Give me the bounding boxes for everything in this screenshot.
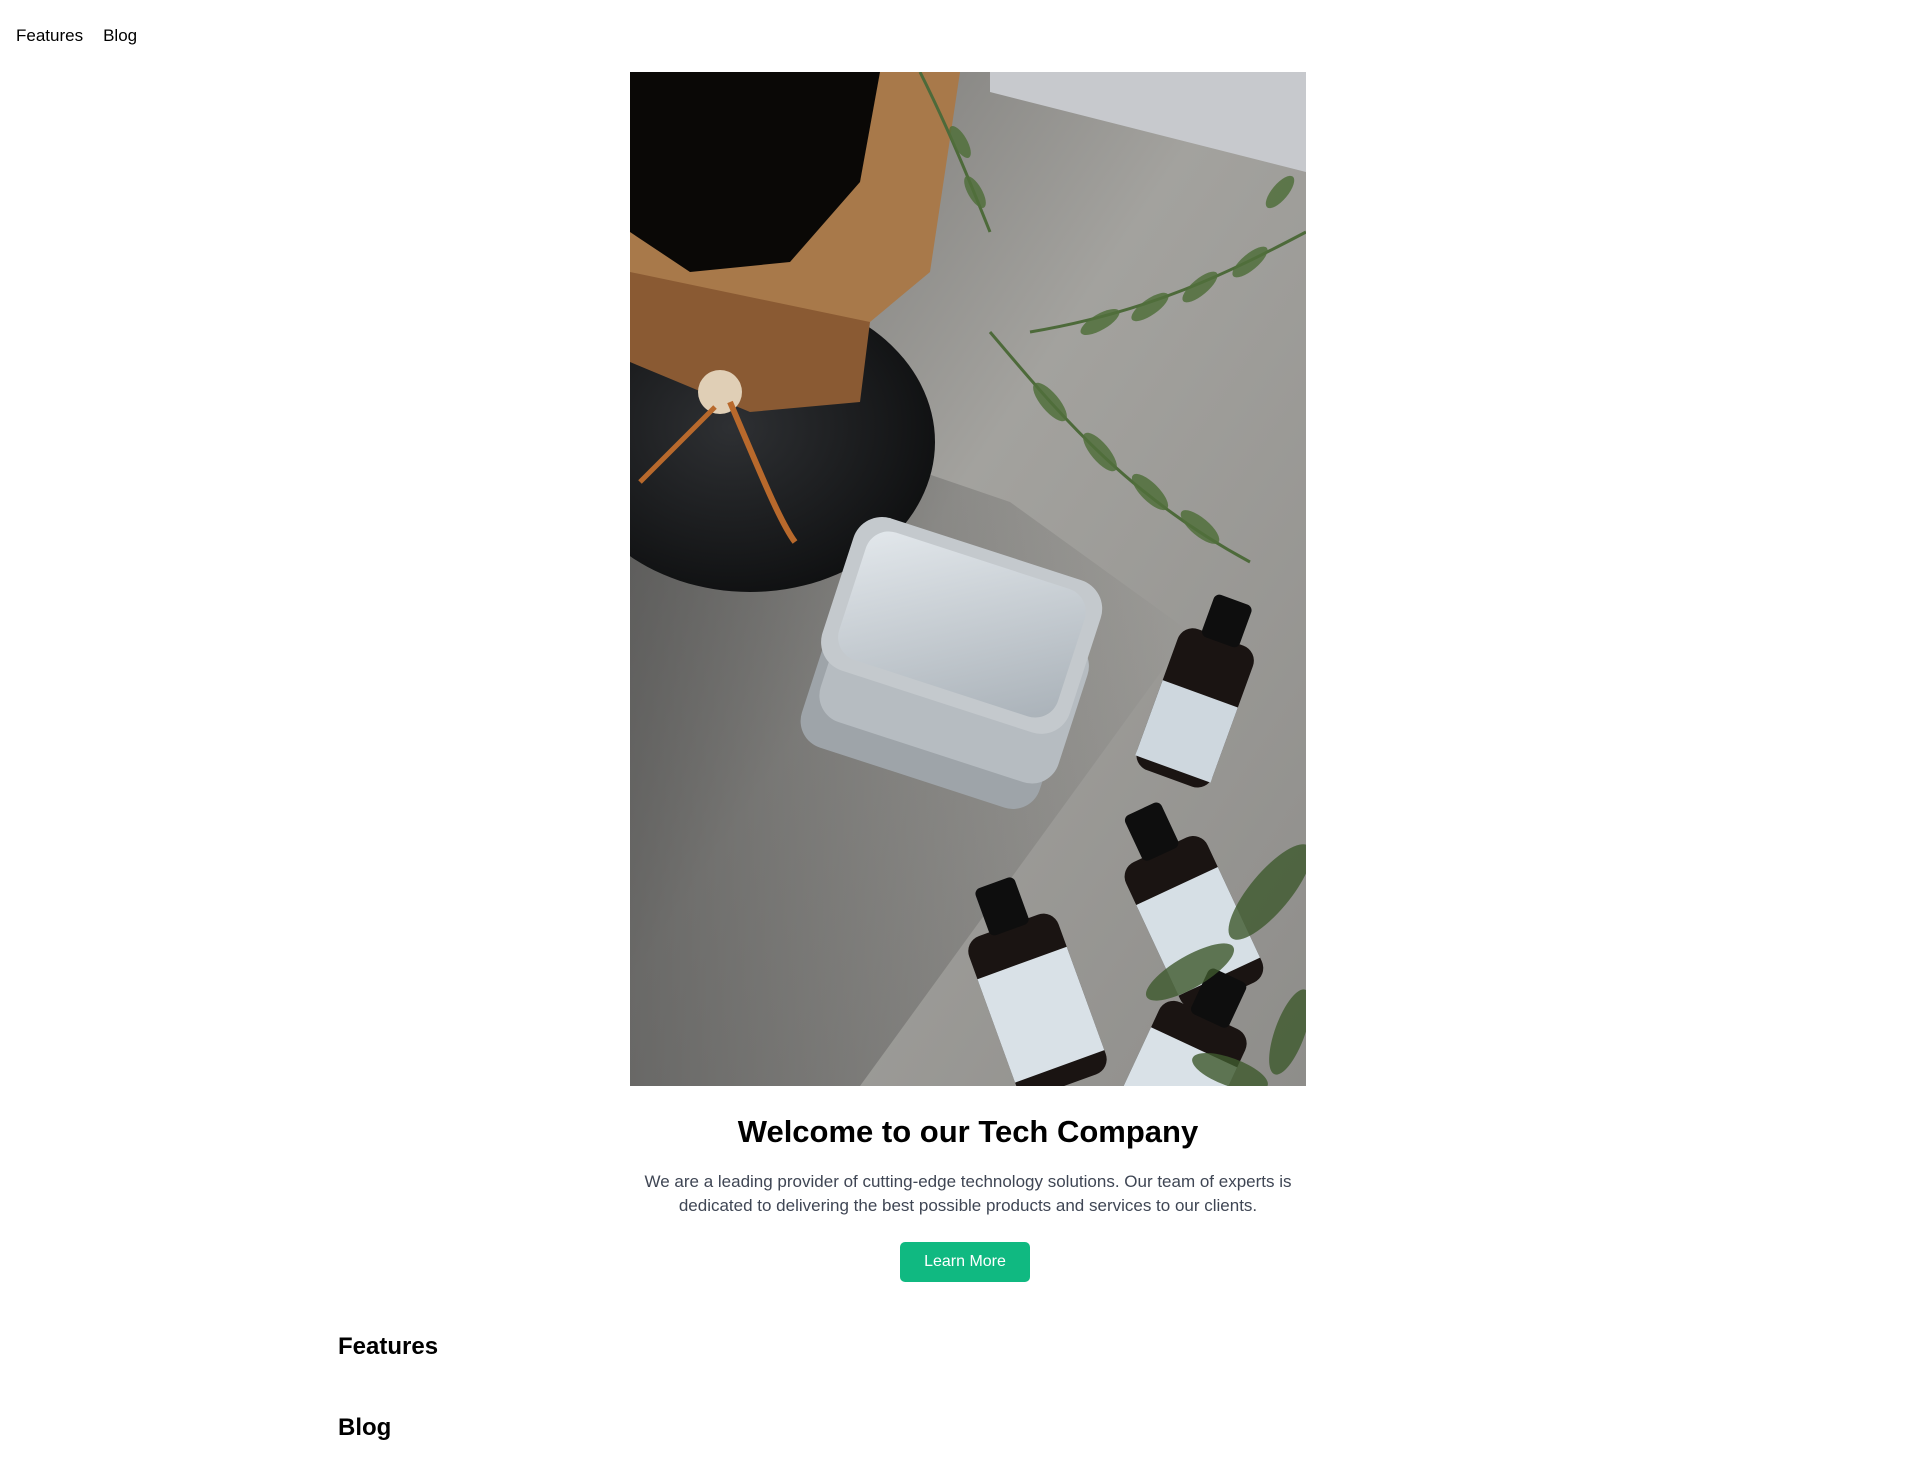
blog-heading: Blog (338, 1414, 392, 1441)
hero-title: Welcome to our Tech Company (737, 1114, 1199, 1149)
hero-image (630, 72, 1306, 1086)
nav-link-features[interactable]: Features (16, 26, 83, 46)
nav-link-blog[interactable]: Blog (103, 26, 137, 46)
features-heading: Features (338, 1333, 439, 1360)
hero-description: We are a leading provider of cutting-edg… (644, 1172, 1292, 1215)
top-navigation: Features Blog (16, 26, 137, 46)
learn-more-button[interactable]: Learn More (900, 1242, 1030, 1282)
